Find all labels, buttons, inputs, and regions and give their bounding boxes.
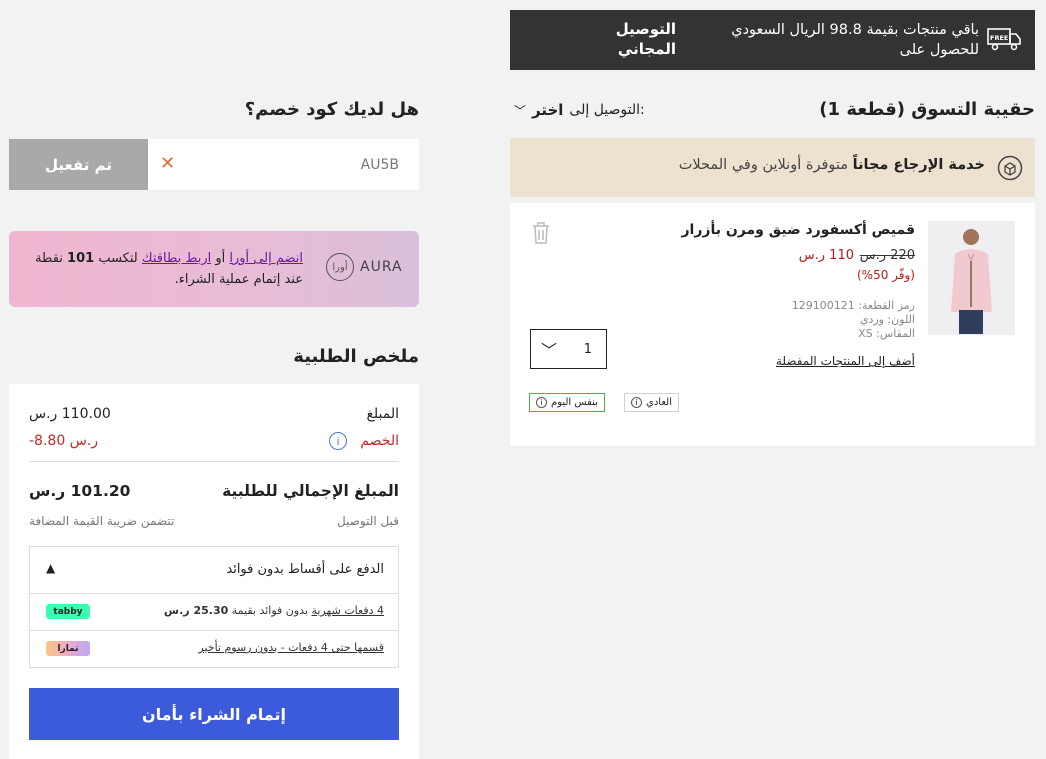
tabby-text: 4 دفعات شهرية بدون فوائد بقيمة 25.30 ر.س: [164, 604, 384, 617]
info-icon[interactable]: i: [329, 432, 347, 450]
tabby-text-link[interactable]: 4 دفعات شهرية: [312, 604, 384, 617]
free-delivery-truck-icon: FREE: [987, 28, 1021, 51]
free-delivery-banner: FREE باقي منتجات بقيمة 98.8 الريال السعو…: [510, 10, 1035, 70]
installments-title: الدفع على أقساط بدون فوائد: [226, 562, 384, 577]
tabby-text-2: بدون فوائد بقيمة: [231, 604, 309, 617]
bag-title: حقيبة التسوق (قطعة 1): [819, 99, 1035, 120]
promo-apply-button[interactable]: تم تفعيل: [9, 139, 148, 190]
delivery-location-label: التوصيل إلى:: [569, 102, 645, 118]
promo-input-box: ✕: [148, 139, 419, 190]
installments-header[interactable]: الدفع على أقساط بدون فوائد ▲: [30, 547, 398, 594]
aura-logo: أورا AURA: [326, 253, 403, 281]
product-original-price: 220 ر.س: [859, 248, 915, 263]
trash-icon[interactable]: [530, 221, 552, 245]
product-card: قميص أكسفورد ضيق ومرن بأزرار 220 ر.س 110…: [510, 203, 1035, 446]
free-return-detail: متوفرة أونلاين وفي المحلات: [678, 157, 849, 173]
discount-label: الخصم: [360, 433, 399, 449]
info-icon: i: [536, 397, 547, 408]
payment-option-tabby[interactable]: 4 دفعات شهرية بدون فوائد بقيمة 25.30 ر.س…: [30, 594, 398, 631]
aura-logo-text: AURA: [360, 259, 403, 275]
aura-link-card-link[interactable]: اربط بطاقتك: [142, 251, 211, 266]
product-photo-placeholder: [928, 221, 1015, 335]
free-return-text: خدمة الإرجاع مجاناً متوفرة أونلاين وفي ا…: [679, 157, 985, 173]
close-icon[interactable]: ✕: [160, 153, 175, 174]
product-sale-price: 110 ر.س: [798, 248, 854, 263]
product-meta: رمز القطعة: 129100121 اللون: وردي المقاس…: [792, 299, 915, 341]
quantity-value: 1: [583, 341, 592, 357]
aura-points: 101: [67, 251, 95, 266]
discount-value: -8.80 ر.س: [29, 433, 98, 449]
promo-title: هل لديك كود خصم؟: [244, 99, 419, 120]
delivery-location-value: اختر: [532, 101, 564, 119]
product-size: المقاس: XS: [858, 327, 915, 340]
secure-checkout-button[interactable]: إتمام الشراء بأمان: [29, 688, 399, 740]
delivery-tag-normal-label: العادي: [646, 397, 672, 408]
tabby-amount: 25.30 ر.س: [163, 604, 229, 617]
tamara-logo: تمارا: [46, 641, 90, 656]
aura-logo-icon: أورا: [326, 253, 354, 281]
delivery-location-selector[interactable]: ﹀ اختر التوصيل إلى:: [514, 101, 645, 119]
amount-label: المبلغ: [366, 406, 399, 422]
free-return-bold: خدمة الإرجاع مجاناً: [852, 157, 985, 173]
aura-message: انضم إلى أورا أو اربط بطاقتك لتكسب 101 ن…: [13, 248, 303, 290]
chevron-down-icon: ﹀: [514, 103, 527, 118]
total-value: 101.20 ر.س: [29, 482, 131, 500]
aura-or: أو: [215, 251, 226, 266]
product-sku: رمز القطعة: 129100121: [791, 299, 915, 312]
free-delivery-title: التوصيل المجاني: [615, 20, 676, 58]
delivery-tag-normal[interactable]: i العادي: [624, 393, 679, 412]
free-delivery-message: باقي منتجات بقيمة 98.8 الريال السعودي لل…: [731, 22, 979, 58]
aura-join-link[interactable]: انضم إلى أورا: [229, 251, 303, 266]
info-icon: i: [631, 397, 642, 408]
vat-note: تتضمن ضريبة القيمة المضافة: [29, 514, 175, 528]
free-return-banner: خدمة الإرجاع مجاناً متوفرة أونلاين وفي ا…: [510, 138, 1035, 197]
collapse-triangle-icon: ▲: [46, 561, 56, 575]
return-box-icon: [997, 155, 1023, 181]
summary-title: ملخص الطلبية: [293, 346, 419, 367]
aura-loyalty-banner: أورا AURA انضم إلى أورا أو اربط بطاقتك ل…: [9, 231, 419, 307]
product-saving: (وفّر 50%): [856, 268, 915, 282]
amount-value: 110.00 ر.س: [29, 406, 111, 422]
product-image[interactable]: [928, 221, 1015, 335]
total-label: المبلغ الإجمالي للطلبية: [222, 482, 399, 500]
installments-box: الدفع على أقساط بدون فوائد ▲ 4 دفعات شهر…: [29, 546, 399, 668]
add-to-favorites-link[interactable]: أضف إلى المنتجات المفضلة: [776, 354, 915, 368]
delivery-tag-same-day-label: بنفس اليوم: [551, 397, 598, 408]
tamara-text: قسمها حتى 4 دفعات - بدون رسوم تأخير: [198, 641, 384, 654]
quantity-selector[interactable]: ﹀ 1: [530, 329, 607, 369]
payment-option-tamara[interactable]: قسمها حتى 4 دفعات - بدون رسوم تأخير تمار…: [30, 631, 398, 668]
promo-code-input[interactable]: [199, 139, 399, 190]
product-color: اللون: وردي: [859, 313, 915, 326]
delivery-tag-same-day[interactable]: i بنفس اليوم: [529, 393, 605, 412]
product-name[interactable]: قميص أكسفورد ضيق ومرن بأزرار: [681, 222, 915, 238]
tamara-text-link[interactable]: قسمها حتى 4 دفعات - بدون رسوم تأخير: [198, 641, 384, 654]
tabby-logo: tabby: [46, 604, 90, 619]
delivery-note: قبل التوصيل: [337, 514, 399, 528]
svg-text:FREE: FREE: [990, 34, 1008, 42]
aura-text-a: لتكسب: [98, 251, 138, 266]
divider: [29, 461, 399, 462]
chevron-down-icon: ﹀: [541, 341, 558, 360]
